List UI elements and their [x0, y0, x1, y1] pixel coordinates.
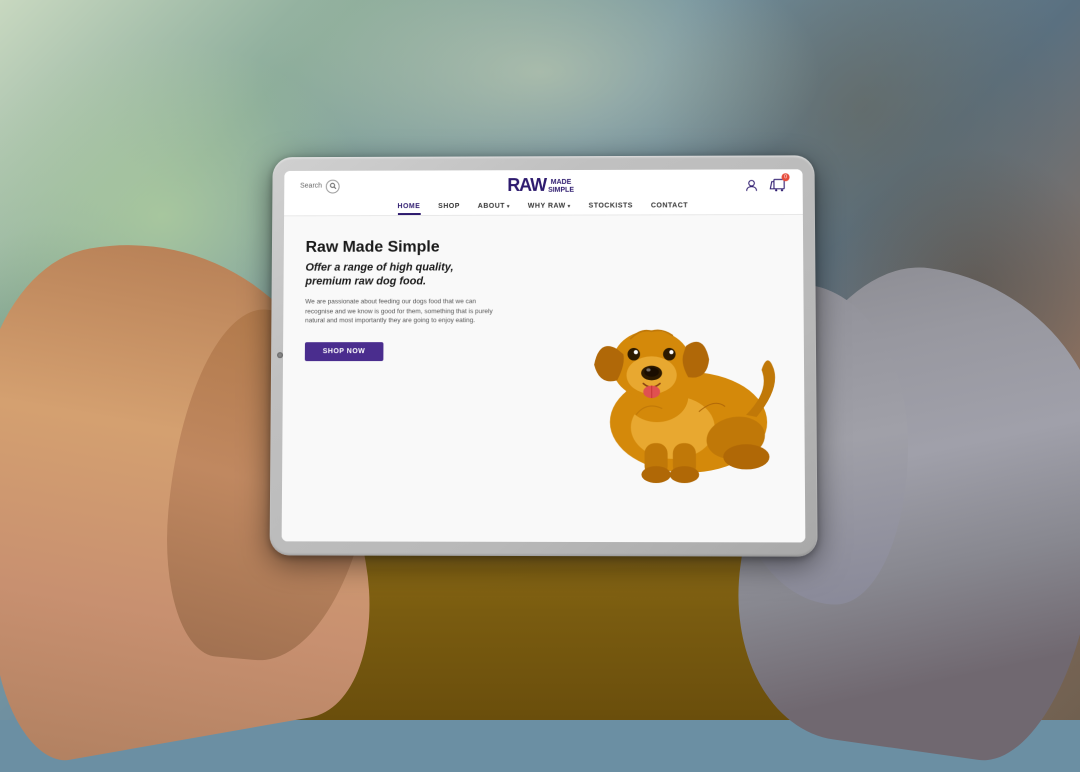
shop-now-button[interactable]: SHOP NOW: [305, 342, 383, 361]
nav-shop[interactable]: SHOP: [438, 203, 460, 213]
hero-dog-image: [542, 215, 805, 542]
search-label: Search: [300, 183, 322, 190]
nav-about[interactable]: ABOUT ▾: [478, 203, 510, 213]
header-icons: 0: [743, 176, 787, 194]
about-chevron-icon: ▾: [507, 203, 510, 209]
nav-home[interactable]: HOME: [397, 203, 420, 213]
nav-stockists[interactable]: STOCKISTS: [589, 203, 633, 213]
cart-badge: 0: [782, 173, 790, 181]
site-nav: HOME SHOP ABOUT ▾ WHY RAW ▾: [300, 198, 787, 215]
cart-icon[interactable]: 0: [769, 176, 787, 194]
tablet-device: Search RAW MADE: [270, 155, 818, 556]
hero-content: Raw Made Simple Offer a range of high qu…: [282, 216, 569, 542]
hero-description: We are passionate about feeding our dogs…: [305, 297, 504, 326]
logo-made-simple-text: MADE SIMPLE: [548, 179, 574, 194]
nav-contact[interactable]: CONTACT: [651, 202, 688, 212]
website: Search RAW MADE: [282, 169, 806, 542]
logo-raw-text: RAW: [507, 176, 546, 194]
header-top: Search RAW MADE: [300, 175, 787, 195]
hero-title: Raw Made Simple: [306, 237, 553, 257]
site-header: Search RAW MADE: [284, 169, 803, 216]
tablet-body: Search RAW MADE: [270, 155, 818, 556]
hero-section: Raw Made Simple Offer a range of high qu…: [282, 215, 806, 542]
hero-subtitle: Offer a range of high quality,premium ra…: [305, 260, 552, 289]
search-area[interactable]: Search: [300, 179, 340, 193]
nav-why-raw[interactable]: WHY RAW ▾: [528, 203, 571, 213]
search-icon[interactable]: [326, 179, 340, 193]
tablet-screen: Search RAW MADE: [282, 169, 806, 542]
site-logo[interactable]: RAW MADE SIMPLE: [507, 176, 574, 195]
why-raw-chevron-icon: ▾: [568, 203, 571, 209]
account-icon[interactable]: [743, 176, 761, 194]
